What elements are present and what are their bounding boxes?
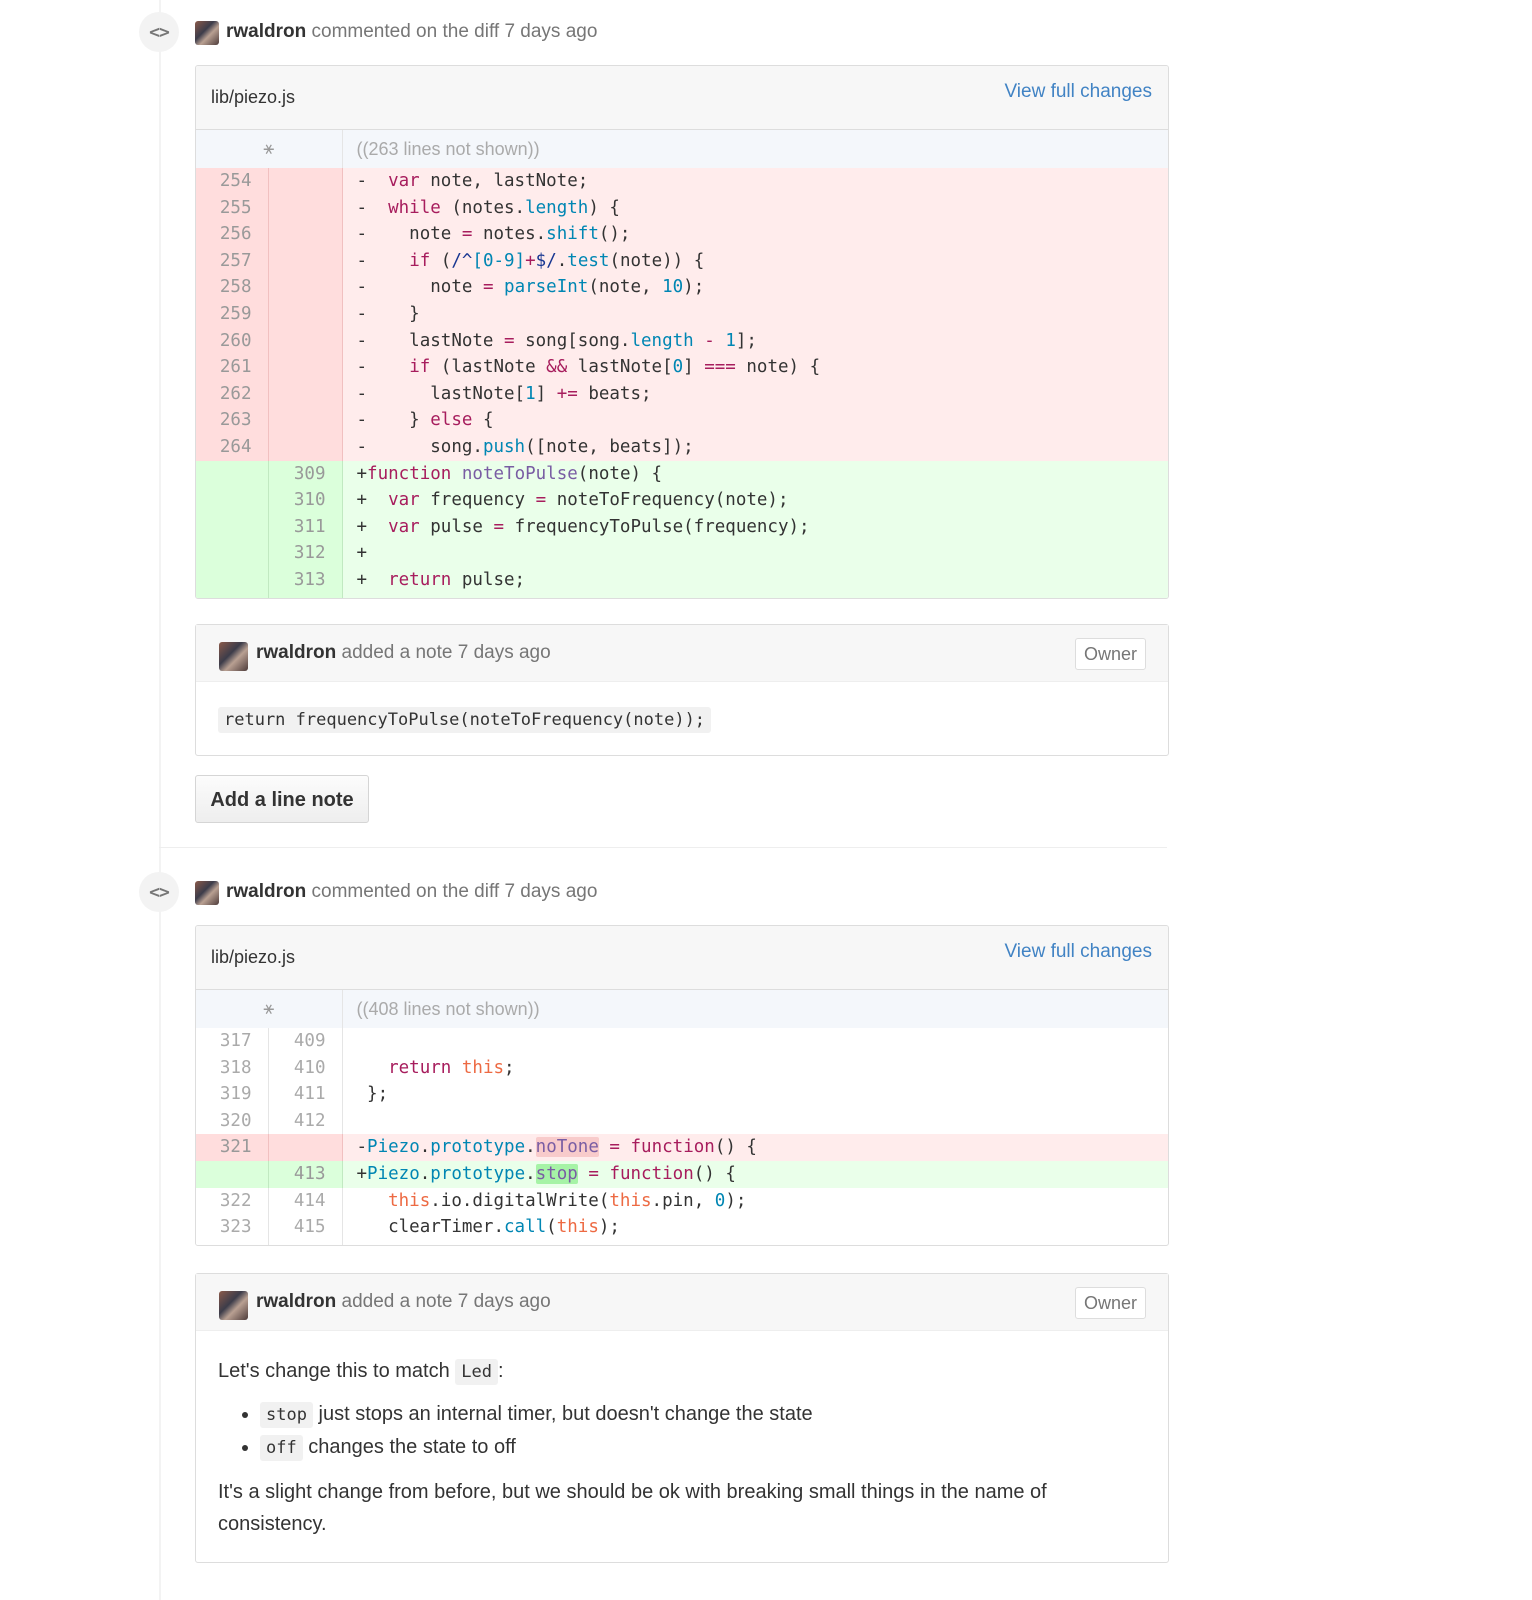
unfold-icon[interactable]: ⚹ [196,130,343,168]
table-row: 264- song.push([note, beats]); [196,433,1168,461]
table-row: 263- } else { [196,407,1168,434]
table-row: 309 +function noteToPulse(note) { [196,460,1168,488]
diff-file: lib/piezo.js View full changes ⚹ ((408 l… [195,925,1169,1246]
note-header: rwaldron added a note 7 days ago Owner [196,1274,1168,1331]
diff-file: lib/piezo.js View full changes ⚹ ((263 l… [195,65,1169,599]
table-row: 260- lastNote = song[song.length - 1]; [196,327,1168,355]
table-row: 322 414 this.io.digitalWrite(this.pin, 0)… [196,1187,1168,1215]
comment-header: <> rwaldron commented on the diff 7 days… [0,12,1200,52]
unfold-icon[interactable]: ⚹ [196,990,343,1028]
table-row: 255- while (notes.length) { [196,194,1168,222]
diff-table: ⚹ ((408 lines not shown)) 317 409 318 410 … [196,990,1168,1245]
file-path[interactable]: lib/piezo.js [211,87,295,108]
author-link[interactable]: rwaldron [226,881,306,902]
comment-action: commented on the diff 7 days ago [311,881,598,902]
table-row: 256- note = notes.shift(); [196,221,1168,248]
line-note: rwaldron added a note 7 days ago Owner r… [195,624,1169,756]
inline-code: return frequencyToPulse(noteToFrequency(… [218,707,712,733]
inline-code: stop [260,1402,313,1428]
hunk-row: ⚹ ((408 lines not shown)) [196,990,1168,1028]
table-row: 313 + return pulse; [196,566,1168,598]
table-row: 319 411 }; [196,1081,1168,1108]
table-row: 318 410 return this; [196,1054,1168,1082]
author-link[interactable]: rwaldron [226,21,306,42]
hunk-header: ((408 lines not shown)) [342,990,1168,1028]
view-full-changes-link[interactable]: View full changes [1004,941,1152,963]
note-list: stop just stops an internal timer, but d… [218,1398,1146,1464]
table-row: 323 415 clearTimer.call(this); [196,1214,1168,1245]
timeline-line [159,0,161,1600]
file-header: lib/piezo.js View full changes [196,926,1168,990]
add-line-note-button[interactable]: Add a line note [195,775,369,823]
comment-action: commented on the diff 7 days ago [311,21,598,42]
inline-code: off [260,1435,303,1461]
inline-code: Led [455,1359,499,1385]
table-row: 259- } [196,300,1168,328]
owner-badge: Owner [1074,1287,1146,1319]
table-row: 312 + [196,540,1168,567]
author-link[interactable]: rwaldron [256,1291,336,1312]
avatar[interactable] [195,21,219,45]
list-item: stop just stops an internal timer, but d… [260,1398,1146,1431]
code-icon: <> [139,872,179,912]
table-row: 311 + var pulse = frequencyToPulse(freque… [196,513,1168,541]
hunk-header: ((263 lines not shown)) [342,130,1168,168]
table-row: 258- note = parseInt(note, 10); [196,274,1168,301]
table-row: 262- lastNote[1] += beats; [196,380,1168,408]
divider [159,847,1167,848]
table-row: 317 409 [196,1028,1168,1055]
table-row: 261- if (lastNote && lastNote[0] === not… [196,354,1168,381]
table-row: 257- if (/^[0-9]+$/.test(note)) { [196,247,1168,275]
note-action: added a note 7 days ago [341,642,551,663]
line-note: rwaldron added a note 7 days ago Owner L… [195,1273,1169,1563]
note-intro: Let's change this to match Led: [218,1355,1146,1388]
code-icon: <> [139,12,179,52]
table-row: 413 +Piezo.prototype.stop = function() { [196,1160,1168,1188]
table-row: 254- var note, lastNote; [196,168,1168,195]
diff-table: ⚹ ((263 lines not shown)) 254- var note,… [196,130,1168,598]
avatar[interactable] [219,642,248,671]
hunk-row: ⚹ ((263 lines not shown)) [196,130,1168,168]
note-action: added a note 7 days ago [341,1291,551,1312]
note-body: Let's change this to match Led: stop jus… [196,1331,1168,1562]
view-full-changes-link[interactable]: View full changes [1004,81,1152,103]
file-path[interactable]: lib/piezo.js [211,947,295,968]
note-body: return frequencyToPulse(noteToFrequency(… [196,682,1168,755]
author-link[interactable]: rwaldron [256,642,336,663]
table-row: 321 -Piezo.prototype.noTone = function() … [196,1134,1168,1161]
table-row: 320 412 [196,1107,1168,1135]
list-item: off changes the state to off [260,1431,1146,1464]
comment-header: <> rwaldron commented on the diff 7 days… [0,872,1200,912]
table-row: 310 + var frequency = noteToFrequency(not… [196,487,1168,514]
owner-badge: Owner [1074,638,1146,670]
file-header: lib/piezo.js View full changes [196,66,1168,130]
avatar[interactable] [195,881,219,905]
note-closing: It's a slight change from before, but we… [218,1481,1047,1535]
avatar[interactable] [219,1291,248,1320]
note-header: rwaldron added a note 7 days ago Owner [196,625,1168,682]
